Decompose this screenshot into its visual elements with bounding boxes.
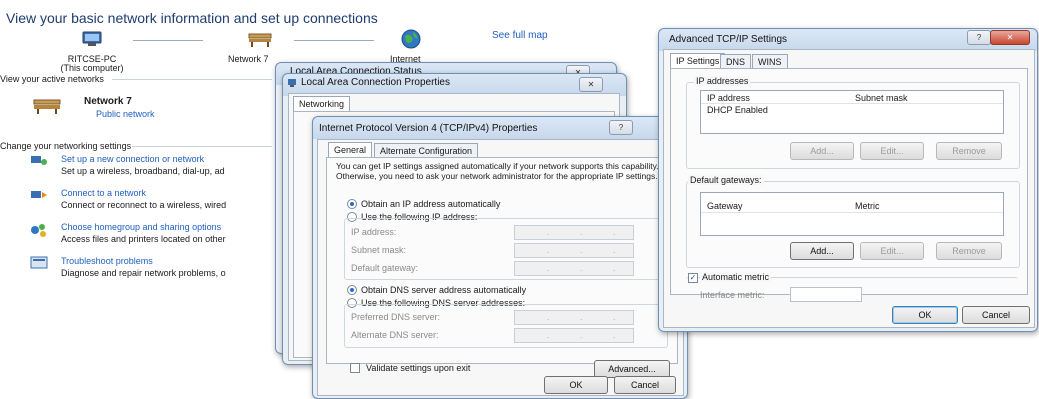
ip-list-row[interactable]: DHCP Enabled xyxy=(707,105,768,115)
change-settings-label: Change your networking settings xyxy=(0,141,132,151)
ip-address-field[interactable]: . . . xyxy=(514,225,634,240)
ip-addresses-group-label: IP addresses xyxy=(694,76,751,86)
computer-sub-label: (This computer) xyxy=(60,63,124,73)
automatic-metric-checkbox[interactable]: ✓ xyxy=(688,273,698,283)
gateways-list[interactable]: Gateway Metric xyxy=(700,192,1004,236)
connect-network-icon xyxy=(30,188,48,204)
gateway-add-button[interactable]: Add... xyxy=(790,242,854,260)
task-connect-desc: Connect or reconnect to a wireless, wire… xyxy=(61,200,227,210)
gateways-group-label: Default gateways: xyxy=(688,175,764,185)
ip-address-label: IP address: xyxy=(351,227,397,237)
homegroup-icon xyxy=(30,222,48,240)
ipv4-dialog: Internet Protocol Version 4 (TCP/IPv4) P… xyxy=(312,116,688,399)
close-icon: ✕ xyxy=(1006,33,1014,42)
advanced-ok-button[interactable]: OK xyxy=(892,306,958,324)
subnet-mask-dots: . . . xyxy=(547,245,630,255)
network-adapter-icon xyxy=(287,78,297,90)
map-connector-line xyxy=(133,40,203,41)
map-network-name: Network 7 xyxy=(228,54,269,64)
default-gateway-dots: . . . xyxy=(547,263,630,273)
obtain-ip-auto-label: Obtain an IP address automatically xyxy=(361,199,501,209)
obtain-dns-auto-radio[interactable] xyxy=(347,285,357,295)
task-new-connection-desc: Set up a wireless, broadband, dial-up, a… xyxy=(61,166,225,176)
ipv4-dialog-title: Internet Protocol Version 4 (TCP/IPv4) P… xyxy=(319,123,538,134)
active-networks-label: View your active networks xyxy=(0,74,104,84)
alternate-dns-label: Alternate DNS server: xyxy=(351,330,439,340)
ip-column-header[interactable]: IP address xyxy=(707,93,750,103)
help-icon: ? xyxy=(976,33,982,42)
gateway-column-header[interactable]: Gateway xyxy=(707,201,743,211)
task-troubleshoot-link[interactable]: Troubleshoot problems xyxy=(61,256,153,266)
obtain-ip-auto-radio[interactable] xyxy=(347,199,357,209)
subnet-mask-label: Subnet mask: xyxy=(351,245,407,255)
interface-metric-label: Interface metric: xyxy=(700,290,765,300)
advanced-help-button[interactable]: ? xyxy=(967,30,991,45)
ip-addresses-list[interactable]: IP address Subnet mask DHCP Enabled xyxy=(700,90,1004,134)
preferred-dns-field[interactable]: . . . xyxy=(514,310,634,325)
list-header-divider xyxy=(701,103,1003,104)
interface-metric-field[interactable] xyxy=(790,287,862,302)
ip-add-button[interactable]: Add... xyxy=(790,142,854,160)
close-icon: ✕ xyxy=(587,80,595,89)
ipv4-intro-text: You can get IP settings assigned automat… xyxy=(336,161,659,181)
subnet-column-header[interactable]: Subnet mask xyxy=(855,93,908,103)
tab-alternate-configuration[interactable]: Alternate Configuration xyxy=(374,143,479,158)
alternate-dns-dots: . . . xyxy=(547,330,630,340)
obtain-dns-auto-label: Obtain DNS server address automatically xyxy=(361,285,527,295)
properties-window-title: Local Area Connection Properties xyxy=(301,77,450,88)
preferred-dns-label: Preferred DNS server: xyxy=(351,312,441,322)
tab-wins[interactable]: WINS xyxy=(752,54,788,69)
page-title: View your basic network information and … xyxy=(6,10,378,26)
ipv4-ok-button[interactable]: OK xyxy=(544,376,608,394)
new-connection-icon xyxy=(30,154,48,170)
tab-dns[interactable]: DNS xyxy=(720,54,752,69)
active-network-type-link[interactable]: Public network xyxy=(96,109,155,119)
automatic-metric-label: Automatic metric xyxy=(700,272,772,282)
see-full-map-link[interactable]: See full map xyxy=(492,30,548,41)
tab-networking[interactable]: Networking xyxy=(293,96,351,112)
ip-address-dots: . . . xyxy=(547,227,630,237)
gateway-remove-button[interactable]: Remove xyxy=(936,242,1002,260)
default-gateway-label: Default gateway: xyxy=(351,263,419,273)
ip-remove-button[interactable]: Remove xyxy=(936,142,1002,160)
ipv4-help-button[interactable]: ? xyxy=(609,120,633,135)
preferred-dns-dots: . . . xyxy=(547,312,630,322)
list-header-divider xyxy=(701,212,1003,213)
task-new-connection-link[interactable]: Set up a new connection or network xyxy=(61,154,204,164)
properties-close-button[interactable]: ✕ xyxy=(579,77,603,92)
network-bench-icon[interactable] xyxy=(247,30,273,50)
section-divider xyxy=(132,146,272,147)
active-network-icon xyxy=(32,95,62,117)
help-icon: ? xyxy=(618,123,624,132)
ip-edit-button[interactable]: Edit... xyxy=(860,142,924,160)
tab-general[interactable]: General xyxy=(328,142,373,158)
map-connector-line xyxy=(294,40,374,41)
task-homegroup-desc: Access files and printers located on oth… xyxy=(61,234,226,244)
advanced-dialog-title: Advanced TCP/IP Settings xyxy=(669,34,788,45)
gateway-edit-button[interactable]: Edit... xyxy=(860,242,924,260)
task-troubleshoot-desc: Diagnose and repair network problems, o xyxy=(61,268,226,278)
troubleshoot-icon xyxy=(30,256,48,272)
subnet-mask-field[interactable]: . . . xyxy=(514,243,634,258)
advanced-dialog: Advanced TCP/IP Settings ? ✕ IP Settings… xyxy=(658,28,1038,332)
ipv4-body: General Alternate Configuration You can … xyxy=(317,139,684,396)
alternate-dns-field[interactable]: . . . xyxy=(514,328,634,343)
section-divider xyxy=(112,79,272,80)
globe-icon[interactable] xyxy=(400,28,422,52)
tab-ip-settings[interactable]: IP Settings xyxy=(670,53,726,69)
advanced-body: IP Settings DNS WINS IP addresses IP add… xyxy=(663,49,1035,328)
default-gateway-field[interactable]: . . . xyxy=(514,261,634,276)
task-homegroup-link[interactable]: Choose homegroup and sharing options xyxy=(61,222,221,232)
metric-column-header[interactable]: Metric xyxy=(855,201,880,211)
advanced-cancel-button[interactable]: Cancel xyxy=(962,306,1030,324)
advanced-close-button[interactable]: ✕ xyxy=(990,30,1030,45)
ipv4-cancel-button[interactable]: Cancel xyxy=(614,376,676,394)
active-network-name: Network 7 xyxy=(84,96,132,107)
computer-icon[interactable] xyxy=(80,31,104,49)
task-connect-link[interactable]: Connect to a network xyxy=(61,188,146,198)
validate-checkbox[interactable] xyxy=(350,363,360,373)
validate-label: Validate settings upon exit xyxy=(366,363,471,373)
